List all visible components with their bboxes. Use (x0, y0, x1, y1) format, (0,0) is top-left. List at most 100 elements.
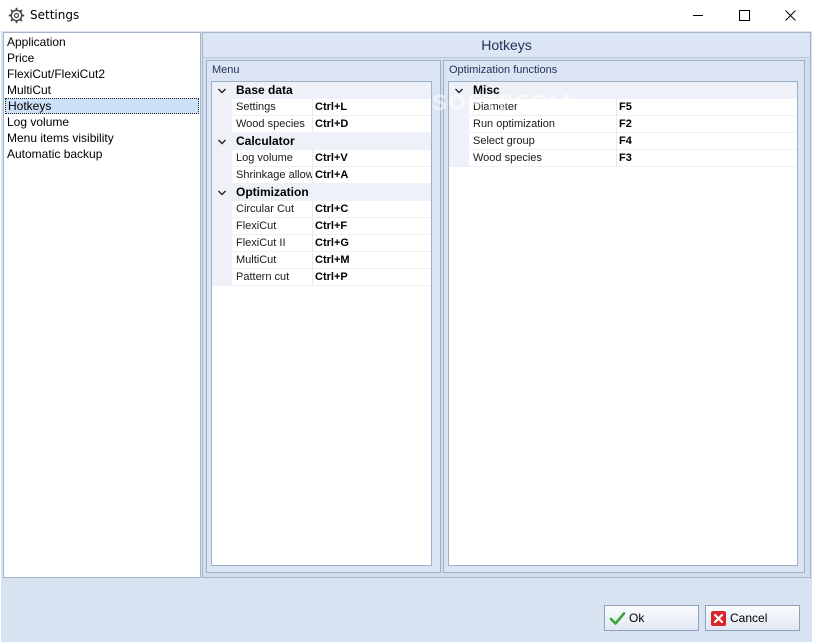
hotkey-name: FlexiCut II (236, 237, 286, 249)
ok-button-label: Ok (629, 611, 645, 625)
hotkey-value[interactable]: Ctrl+G (315, 237, 349, 249)
hotkey-row-wood-species[interactable]: Wood species F3 (449, 150, 797, 167)
row-gutter (212, 167, 232, 184)
nav-item-hotkeys[interactable]: Hotkeys (5, 98, 199, 114)
hotkey-name: Circular Cut (236, 203, 295, 215)
chevron-down-icon[interactable] (217, 137, 227, 147)
hotkey-value[interactable]: Ctrl+M (315, 254, 350, 266)
close-icon (784, 10, 796, 21)
optimization-hotkeys-grid[interactable]: Misc Diameter F5 Run optimization F2 Select g… (448, 81, 798, 566)
cancel-button-label: Cancel (730, 611, 768, 625)
column-separator (312, 252, 313, 269)
row-gutter (212, 269, 232, 286)
minimize-button[interactable] (675, 0, 721, 31)
row-gutter (212, 99, 232, 116)
hotkey-value[interactable]: Ctrl+D (315, 118, 348, 130)
hotkey-value[interactable]: Ctrl+F (315, 220, 347, 232)
nav-item-flexicut[interactable]: FlexiCut/FlexiCut2 (5, 66, 199, 82)
column-separator (312, 269, 313, 286)
row-gutter (212, 235, 232, 252)
hotkey-name: Settings (236, 101, 276, 113)
row-gutter (449, 150, 469, 167)
menu-hotkeys-grid[interactable]: Base data Settings Ctrl+L Wood species Ctrl+… (211, 81, 432, 566)
row-divider (469, 166, 797, 167)
hotkey-row-multicut[interactable]: MultiCut Ctrl+M (212, 252, 431, 269)
category-row-base-data[interactable]: Base data (212, 82, 431, 99)
hotkey-value[interactable]: F2 (619, 118, 632, 130)
row-gutter (212, 218, 232, 235)
column-separator (312, 150, 313, 167)
nav-item-price[interactable]: Price (5, 50, 199, 66)
hotkey-name: Select group (473, 135, 535, 147)
row-divider (232, 285, 431, 286)
maximize-icon (738, 10, 750, 21)
column-separator (312, 116, 313, 133)
category-row-optimization[interactable]: Optimization (212, 184, 431, 201)
chevron-down-icon[interactable] (217, 188, 227, 198)
dialog-body: Application Price FlexiCut/FlexiCut2 Mul… (1, 31, 812, 642)
hotkey-row-flexicut[interactable]: FlexiCut Ctrl+F (212, 218, 431, 235)
nav-item-automatic-backup[interactable]: Automatic backup (5, 146, 199, 162)
column-separator (312, 218, 313, 235)
hotkey-name: FlexiCut (236, 220, 277, 232)
hotkey-name: Wood species (473, 152, 542, 164)
cancel-icon (711, 610, 726, 626)
column-separator (312, 99, 313, 116)
hotkey-value[interactable]: Ctrl+P (315, 271, 348, 283)
optimization-group-title: Optimization functions (449, 64, 558, 76)
hotkey-row-pattern-cut[interactable]: Pattern cut Ctrl+P (212, 269, 431, 286)
title-bar: Settings (0, 0, 813, 31)
menu-group-title: Menu (212, 64, 240, 76)
settings-category-list[interactable]: Application Price FlexiCut/FlexiCut2 Mul… (3, 32, 201, 578)
hotkey-name: MultiCut (236, 254, 277, 266)
hotkey-name: Log volume (236, 152, 293, 164)
column-separator (616, 99, 617, 116)
hotkey-row-select-group[interactable]: Select group F4 (449, 133, 797, 150)
hotkey-value[interactable]: Ctrl+C (315, 203, 348, 215)
hotkey-value[interactable]: F4 (619, 135, 632, 147)
hotkey-row-wood-species[interactable]: Wood species Ctrl+D (212, 116, 431, 133)
hotkey-value[interactable]: F5 (619, 101, 632, 113)
hotkey-row-settings[interactable]: Settings Ctrl+L (212, 99, 431, 116)
column-separator (312, 201, 313, 218)
hotkey-name: Pattern cut (236, 271, 290, 283)
nav-item-application[interactable]: Application (5, 34, 199, 50)
chevron-down-icon[interactable] (217, 86, 227, 96)
hotkey-row-shrinkage-allow[interactable]: Shrinkage allow Ctrl+A (212, 167, 431, 184)
hotkey-row-run-optimization[interactable]: Run optimization F2 (449, 116, 797, 133)
hotkey-row-flexicut-ii[interactable]: FlexiCut II Ctrl+G (212, 235, 431, 252)
optimization-functions-group: Optimization functions Misc Diameter F5 Run… (443, 60, 805, 573)
hotkey-value[interactable]: Ctrl+A (315, 169, 348, 181)
ok-button[interactable]: Ok (604, 605, 699, 631)
column-separator (616, 133, 617, 150)
window-title: Settings (30, 8, 80, 22)
close-button[interactable] (767, 0, 813, 31)
hotkey-row-log-volume[interactable]: Log volume Ctrl+V (212, 150, 431, 167)
hotkey-name: Run optimization (473, 118, 555, 130)
column-separator (616, 116, 617, 133)
column-separator (312, 235, 313, 252)
row-gutter (212, 116, 232, 133)
hotkey-value[interactable]: Ctrl+V (315, 152, 348, 164)
column-separator (312, 167, 313, 184)
cancel-button[interactable]: Cancel (705, 605, 800, 631)
row-gutter (212, 201, 232, 218)
column-separator (616, 150, 617, 167)
maximize-button[interactable] (721, 0, 767, 31)
hotkey-name: Wood species (236, 118, 305, 130)
nav-item-multicut[interactable]: MultiCut (5, 82, 199, 98)
nav-item-log-volume[interactable]: Log volume (5, 114, 199, 130)
category-label: Calculator (236, 134, 295, 148)
hotkey-row-circular-cut[interactable]: Circular Cut Ctrl+C (212, 201, 431, 218)
watermark: SOFTPEDIA (432, 90, 576, 115)
hotkey-name: Shrinkage allow (236, 169, 312, 181)
hotkey-value[interactable]: F3 (619, 152, 632, 164)
row-gutter (212, 252, 232, 269)
category-row-calculator[interactable]: Calculator (212, 133, 431, 150)
hotkey-value[interactable]: Ctrl+L (315, 101, 347, 113)
category-label: Optimization (236, 185, 309, 199)
menu-group: Menu Base data Settings Ctrl+L Wood species… (206, 60, 441, 573)
row-gutter (449, 116, 469, 133)
gear-icon (8, 7, 25, 24)
nav-item-menu-items-visibility[interactable]: Menu items visibility (5, 130, 199, 146)
